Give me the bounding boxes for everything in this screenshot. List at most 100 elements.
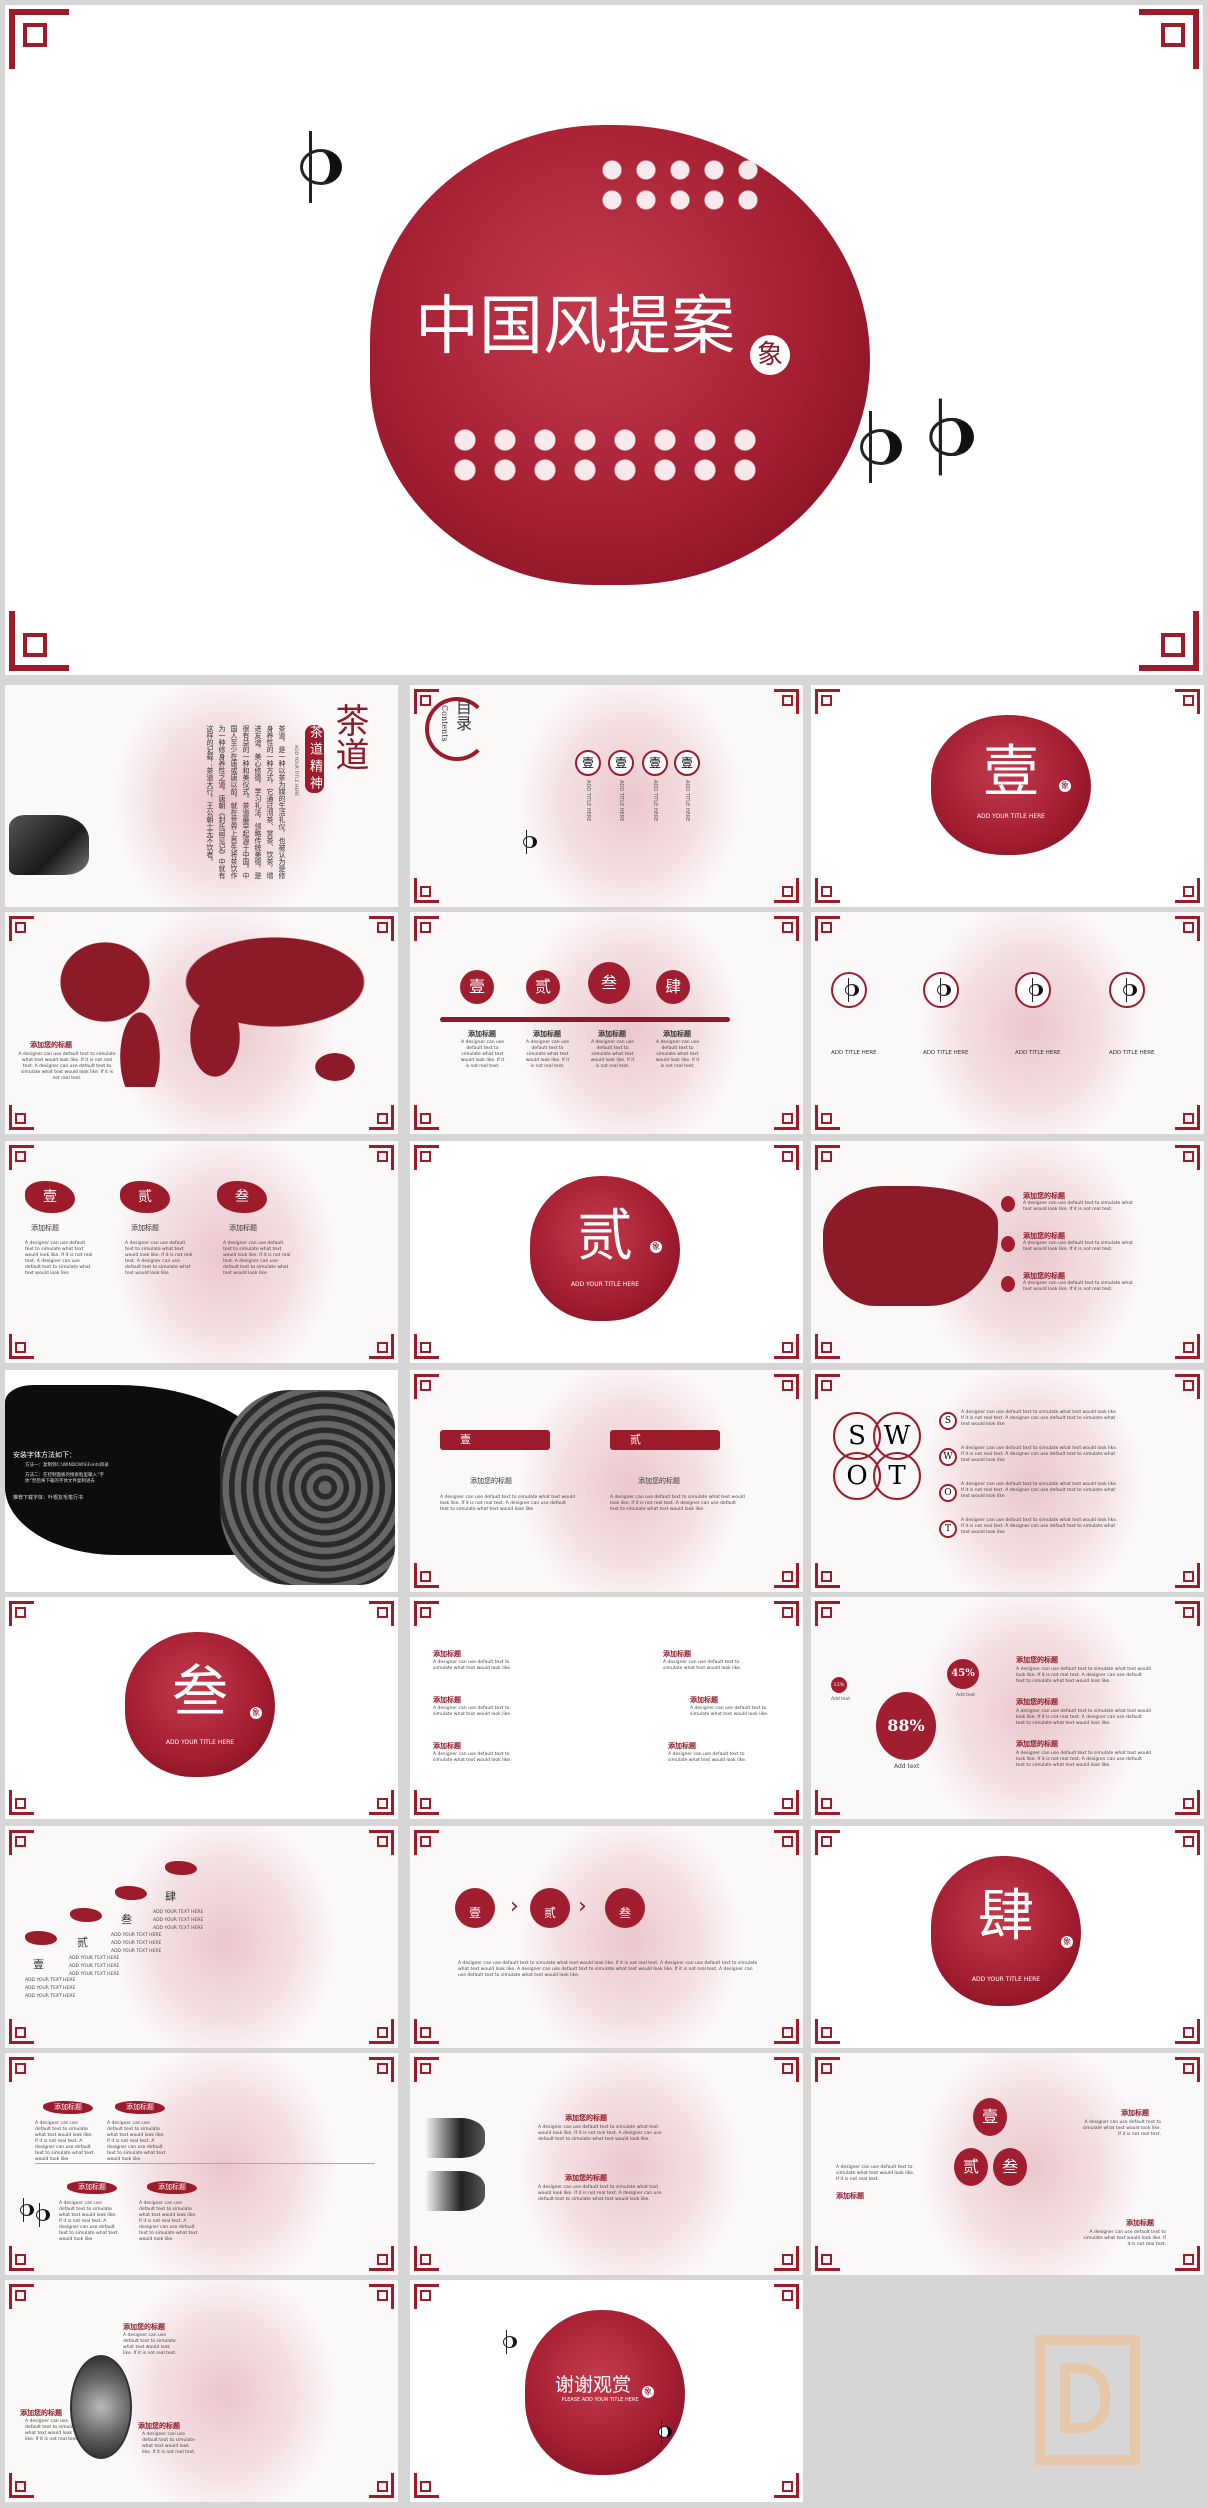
- slide-two-lanterns[interactable]: 添加您的标题 A designer can use default text t…: [410, 2053, 803, 2275]
- item-body: A designer can use default text to simul…: [433, 1706, 512, 1717]
- stat-12-blob: 12%: [831, 1677, 847, 1693]
- corner-ornament-tr: [773, 1601, 799, 1627]
- slide-section-1[interactable]: 壹 象 ADD YOUR TITLE HERE: [811, 685, 1204, 907]
- slide-section-3[interactable]: 叁 象 ADD YOUR TITLE HERE: [5, 1597, 398, 1819]
- contents-title: 目录: [453, 699, 472, 731]
- corner-ornament-br: [1174, 1333, 1200, 1359]
- point-body: A designer can use default text to simul…: [590, 1040, 635, 1069]
- corner-ornament-bl: [414, 2472, 440, 2498]
- slide-contents[interactable]: 目录 Contents 壹 壹 壹 壹 ADD TITLE HERE ADD T…: [410, 685, 803, 907]
- corner-ornament-tl: [815, 2057, 841, 2083]
- seal-stamp: 象: [1061, 1936, 1073, 1948]
- slide-tea-ceremony[interactable]: 茶道 茶道精神 ADD YOUR TITLE HERE 茶道，是一种以茶为媒的生…: [5, 685, 398, 907]
- lantern-photo: [220, 1390, 395, 1585]
- slide-section-4[interactable]: 肆 象 ADD YOUR TITLE HERE: [811, 1826, 1204, 2048]
- corner-ornament-bl: [9, 2018, 35, 2044]
- triangle-circle-2: 贰: [954, 2148, 988, 2186]
- slide-rose[interactable]: 添加您的标题 A designer can use default text t…: [5, 2280, 398, 2502]
- corner-ornament-bl: [815, 2245, 841, 2271]
- slide-china-map[interactable]: 添加您的标题 A designer can use default text t…: [811, 1141, 1204, 1363]
- item-body: A designer can use default text to simul…: [433, 1752, 512, 1763]
- brush-heading: 添加标题: [31, 1224, 59, 1232]
- slide-thank-you[interactable]: 谢谢观赏 象 PLEASE ADD YOUR TITLE HERE: [410, 2280, 803, 2502]
- stair-number: 肆: [165, 1890, 176, 1903]
- china-map: [823, 1186, 998, 1306]
- seal-stamp: 象: [750, 335, 790, 375]
- corner-ornament-tl: [815, 1145, 841, 1171]
- brush-body: A designer can use default text to simul…: [25, 1241, 93, 1276]
- slide-percentages[interactable]: 12% 45% 88% Add text Add text Add text 添…: [811, 1597, 1204, 1819]
- stat-88-blob: 88%: [876, 1692, 936, 1760]
- corner-ornament-bl: [815, 2018, 841, 2044]
- brush-badge-1: 壹: [25, 1181, 75, 1213]
- corner-ornament-tr: [368, 2284, 394, 2310]
- corner-ornament-bl: [414, 2245, 440, 2271]
- item-heading: 添加标题: [433, 1650, 461, 1658]
- region-body: A designer can use default text to simul…: [1023, 1201, 1133, 1212]
- item-body: A designer can use default text to simul…: [668, 1752, 747, 1763]
- item-body: A designer can use default text to simul…: [663, 1660, 742, 1671]
- corner-ornament-br: [1174, 877, 1200, 903]
- stat-heading: 添加您的标题: [1016, 1698, 1058, 1706]
- corner-ornament-bl: [414, 1333, 440, 1359]
- stair-number: 贰: [77, 1936, 88, 1949]
- slide-triangle[interactable]: 壹 贰 叁 添加标题 A designer can use default te…: [811, 2053, 1204, 2275]
- corner-ornament-bl: [414, 1104, 440, 1130]
- contents-item-2[interactable]: 壹: [608, 750, 634, 776]
- map-heading: 添加您的标题: [30, 1041, 72, 1049]
- section-subtitle: ADD YOUR TITLE HERE: [165, 1739, 235, 1746]
- section-number: 壹: [983, 740, 1039, 805]
- corner-ornament-br: [1174, 2018, 1200, 2044]
- item-body: A designer can use default text to simul…: [690, 1706, 769, 1717]
- slide-three-brush[interactable]: 壹 贰 叁 添加标题 添加标题 添加标题 A designer can use …: [5, 1141, 398, 1363]
- item-body: A designer can use default text to simul…: [433, 1660, 512, 1671]
- slide-crane-circles[interactable]: ADD TITLE HERE ADD TITLE HERE ADD TITLE …: [811, 912, 1204, 1134]
- stat-45-blob: 45%: [947, 1659, 979, 1689]
- timeline-heading: 添加标题: [43, 2101, 93, 2114]
- brush-stroke: [115, 1886, 147, 1900]
- slide-process[interactable]: 壹 › 贰 › 叁 A designer can use default tex…: [410, 1826, 803, 2048]
- corner-ornament-br: [773, 1562, 799, 1588]
- contents-item-3[interactable]: 壹: [642, 750, 668, 776]
- slide-four-points[interactable]: 壹 贰 叁 肆 添加标题 添加标题 添加标题 添加标题 A designer c…: [410, 912, 803, 1134]
- contents-item-4[interactable]: 壹: [674, 750, 700, 776]
- stat-88-label: Add text: [894, 1763, 920, 1770]
- corner-ornament-br: [368, 2018, 394, 2044]
- slide-cover[interactable]: 中国风提案 象: [5, 5, 1203, 675]
- crane-label: ADD TITLE HERE: [831, 1050, 877, 1056]
- corner-ornament-tr: [773, 2057, 799, 2083]
- corner-ornament-tl: [9, 1830, 35, 1856]
- slide-two-banners[interactable]: 壹 贰 添加您的标题 添加您的标题 A designer can use def…: [410, 1370, 803, 1592]
- slide-world-map[interactable]: 添加您的标题 A designer can use default text t…: [5, 912, 398, 1134]
- font-install-title: 安装字体方法如下：: [13, 1451, 76, 1459]
- tea-subtitle: 茶道精神: [305, 725, 324, 793]
- corner-ornament-tl: [9, 2057, 35, 2083]
- slide-font-install[interactable]: 安装字体方法如下： 方法一：复制到C:\WINDOWS\Fonts目录 方法二：…: [5, 1370, 398, 1592]
- section-subtitle: ADD YOUR TITLE HERE: [976, 813, 1046, 820]
- swot-small-s: S: [939, 1412, 957, 1430]
- contents-item-1[interactable]: 壹: [575, 750, 601, 776]
- slide-timeline[interactable]: 添加标题 添加标题 添加标题 添加标题 A designer can use d…: [5, 2053, 398, 2275]
- slide-section-2[interactable]: 贰 象 ADD YOUR TITLE HERE: [410, 1141, 803, 1363]
- corner-ornament-br: [368, 1104, 394, 1130]
- slide-stairs[interactable]: 壹 贰 叁 肆 ADD YOUR TEXT HERE ADD YOUR TEXT…: [5, 1826, 398, 2048]
- peony-background: [520, 685, 740, 907]
- triangle-body: A designer can use default text to simul…: [1083, 2230, 1166, 2247]
- region-thumb: [1001, 1196, 1015, 1212]
- stair-item: ADD YOUR TEXT HERE: [25, 1986, 76, 1991]
- corner-ornament-tl: [414, 1145, 440, 1171]
- corner-ornament-br: [1139, 611, 1199, 671]
- slide-six-items[interactable]: 添加标题 A designer can use default text to …: [410, 1597, 803, 1819]
- corner-ornament-tr: [368, 1830, 394, 1856]
- stair-item: ADD YOUR TEXT HERE: [153, 1926, 204, 1931]
- point-4-circle: 肆: [656, 970, 690, 1004]
- peony-background: [520, 912, 740, 1134]
- corner-ornament-tl: [9, 1145, 35, 1171]
- stat-heading: 添加您的标题: [1016, 1656, 1058, 1664]
- slide-swot[interactable]: S W O T S W O T A designer can use defau…: [811, 1370, 1204, 1592]
- p-logo-watermark: [1035, 2335, 1140, 2465]
- brush-stroke: [70, 1908, 102, 1922]
- corner-ornament-bl: [815, 1562, 841, 1588]
- corner-ornament-tr: [1174, 2057, 1200, 2083]
- stair-item: ADD YOUR TEXT HERE: [111, 1941, 162, 1946]
